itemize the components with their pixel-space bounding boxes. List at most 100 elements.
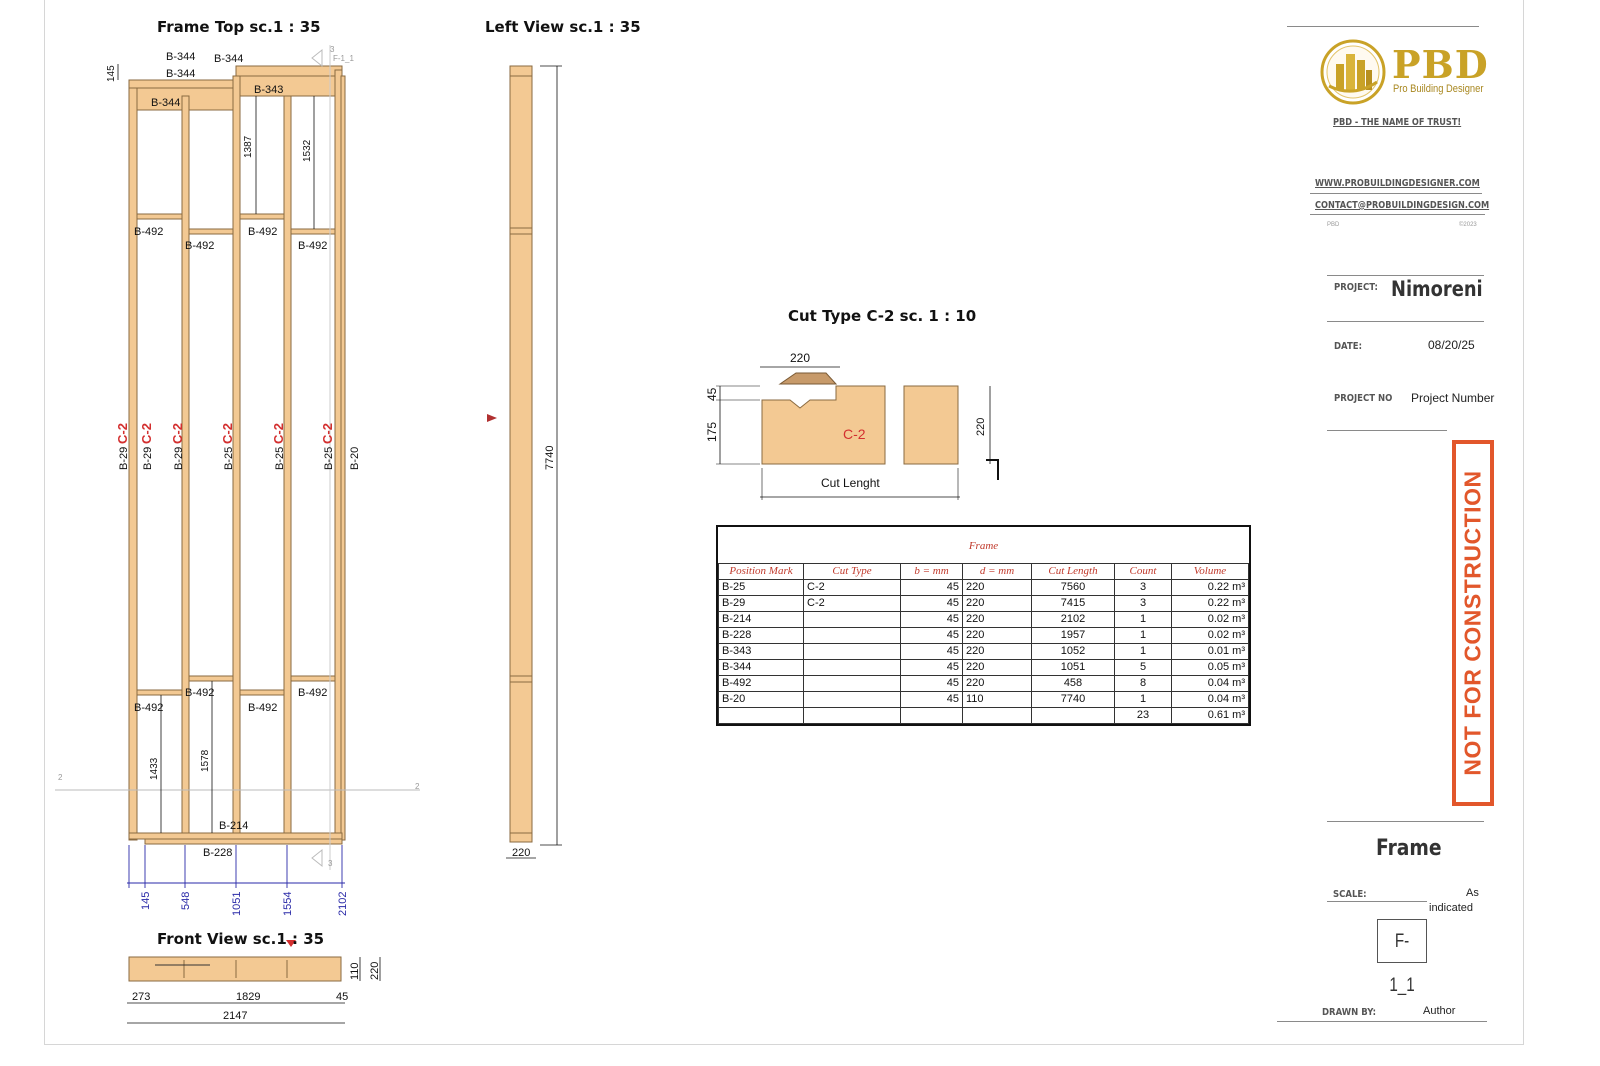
top-label-2: B-344 <box>166 68 195 80</box>
blocking-lower-4 <box>290 675 336 682</box>
project-no-label: PROJECT NO <box>1334 393 1393 404</box>
schedule-row: B-214 45 220 2102 1 0.02 m³ <box>718 611 1249 628</box>
cell-cut-length: 1052 <box>1031 643 1115 660</box>
sheet-name: Frame <box>1376 836 1442 861</box>
schedule-row: B-343 45 220 1052 1 0.01 m³ <box>718 643 1249 660</box>
website-link[interactable]: WWW.PROBUILDINGDESIGNER.COM <box>1315 178 1480 189</box>
cell-d-mm: 220 <box>962 579 1032 596</box>
bottom-plate <box>128 832 343 840</box>
top-plate-right <box>235 75 343 97</box>
cell-b-mm: 45 <box>900 643 963 660</box>
cell-count: 5 <box>1114 659 1172 676</box>
project-bottom-rule <box>1327 321 1484 322</box>
cell-position-mark: B-344 <box>718 659 804 676</box>
website-rule <box>1310 193 1482 194</box>
stud-label-4: B-25 <box>223 447 235 470</box>
cell-d-mm: 220 <box>962 627 1032 644</box>
cell-cut-length: 7415 <box>1031 595 1115 612</box>
dim-1578: 1578 <box>200 749 211 772</box>
not-for-construction-stamp: NOT FOR CONSTRUCTION <box>1452 440 1494 806</box>
scale-value-2: indicated <box>1429 902 1474 914</box>
cut-label-1: C-2 <box>115 423 130 444</box>
logo-subtitle: Pro Building Designer <box>1393 83 1484 95</box>
stud-label-5: B-25 <box>274 447 286 470</box>
project-label: PROJECT: <box>1334 282 1378 293</box>
cut-type-title: Cut Type C-2 sc. 1 : 10 <box>788 307 977 325</box>
dim-1532: 1532 <box>302 139 313 162</box>
cell-count: 1 <box>1114 691 1172 708</box>
header-b: b = mm <box>900 563 963 580</box>
project-top-rule <box>1327 275 1484 276</box>
dim-1387: 1387 <box>243 135 254 158</box>
block-label-l1: B-492 <box>134 702 163 714</box>
drawn-by-rule <box>1277 1021 1487 1022</box>
blocking-upper-1 <box>136 213 183 220</box>
stamp-text: NOT FOR CONSTRUCTION <box>1459 470 1486 776</box>
date-value: 08/20/25 <box>1428 338 1475 352</box>
schedule-total-row: 23 0.61 m³ <box>718 707 1249 724</box>
header-cut-length: Cut Length <box>1031 563 1115 580</box>
top-plate-left <box>128 79 236 89</box>
section-mark-left: 2 <box>58 773 63 782</box>
bottom-dim-2: 548 <box>180 892 192 910</box>
frame-schedule: Frame Position Mark Cut Type b = mm d = … <box>716 525 1251 726</box>
stud-label-6: B-25 <box>323 447 335 470</box>
cell-count: 1 <box>1114 611 1172 628</box>
cell-d-mm: 220 <box>962 611 1032 628</box>
cell-cut-length: 1051 <box>1031 659 1115 676</box>
block-label-l4: B-492 <box>298 687 327 699</box>
project-value: Nimoreni <box>1391 277 1483 301</box>
schedule-row: B-25 C-2 45 220 7560 3 0.22 m³ <box>718 579 1249 596</box>
cell-count: 3 <box>1114 579 1172 596</box>
cell-cut-type <box>803 675 901 692</box>
top-label-1: B-344 <box>166 51 195 63</box>
total-count: 23 <box>1114 707 1172 724</box>
front-dim-273: 273 <box>132 991 150 1003</box>
cell-cut-length: 1957 <box>1031 627 1115 644</box>
project-no-value: Project Number <box>1411 391 1495 405</box>
project-no-rule <box>1327 430 1447 431</box>
blocking-lower-1 <box>136 689 183 696</box>
blocking-upper-2 <box>188 228 234 235</box>
cell-count: 1 <box>1114 643 1172 660</box>
cell-position-mark: B-29 <box>718 595 804 612</box>
sheet-name-rule <box>1327 821 1484 822</box>
date-label: DATE: <box>1334 341 1362 352</box>
cell-volume: 0.04 m³ <box>1171 691 1249 708</box>
cell-volume: 0.02 m³ <box>1171 627 1249 644</box>
cell-cut-type: C-2 <box>803 579 901 596</box>
front-dim-1829: 1829 <box>236 991 260 1003</box>
cell-cut-length: 458 <box>1031 675 1115 692</box>
cell-d-mm: 110 <box>962 691 1032 708</box>
header-count: Count <box>1114 563 1172 580</box>
cell-position-mark: B-20 <box>718 691 804 708</box>
header-volume: Volume <box>1171 563 1249 580</box>
front-dim-2147: 2147 <box>223 1010 247 1022</box>
sheet-number: F-1_1 <box>1389 931 1415 996</box>
email-rule <box>1310 214 1485 215</box>
dim-1433: 1433 <box>149 757 160 780</box>
schedule-row: B-228 45 220 1957 1 0.02 m³ <box>718 627 1249 644</box>
cell-d-mm: 220 <box>962 595 1032 612</box>
header-d: d = mm <box>962 563 1032 580</box>
front-dim-220: 220 <box>369 962 381 980</box>
cell-cut-type <box>803 691 901 708</box>
pbd-logo-icon <box>1320 39 1386 105</box>
cut-type-label: C-2 <box>843 426 866 442</box>
email-link[interactable]: CONTACT@PROBUILDINGDESIGN.COM <box>1315 200 1489 211</box>
top-label-4: B-344 <box>214 53 243 65</box>
scale-rule <box>1327 901 1427 902</box>
top-label-5: B-343 <box>254 84 283 96</box>
section-mark-right: 2 <box>415 782 420 791</box>
scale-value-1: As <box>1466 887 1479 899</box>
cell-cut-type: C-2 <box>803 595 901 612</box>
cell-volume: 0.22 m³ <box>1171 595 1249 612</box>
schedule-row: B-20 45 110 7740 1 0.04 m³ <box>718 691 1249 708</box>
cell-cut-length: 7560 <box>1031 579 1115 596</box>
cut-label-5: C-2 <box>271 423 286 444</box>
bottom-label-214: B-214 <box>219 820 248 832</box>
sheet-number-box: F-1_1 <box>1377 919 1427 996</box>
cell-cut-type <box>803 627 901 644</box>
cut-label-2: C-2 <box>139 423 154 444</box>
top-label-3: B-344 <box>151 97 180 109</box>
